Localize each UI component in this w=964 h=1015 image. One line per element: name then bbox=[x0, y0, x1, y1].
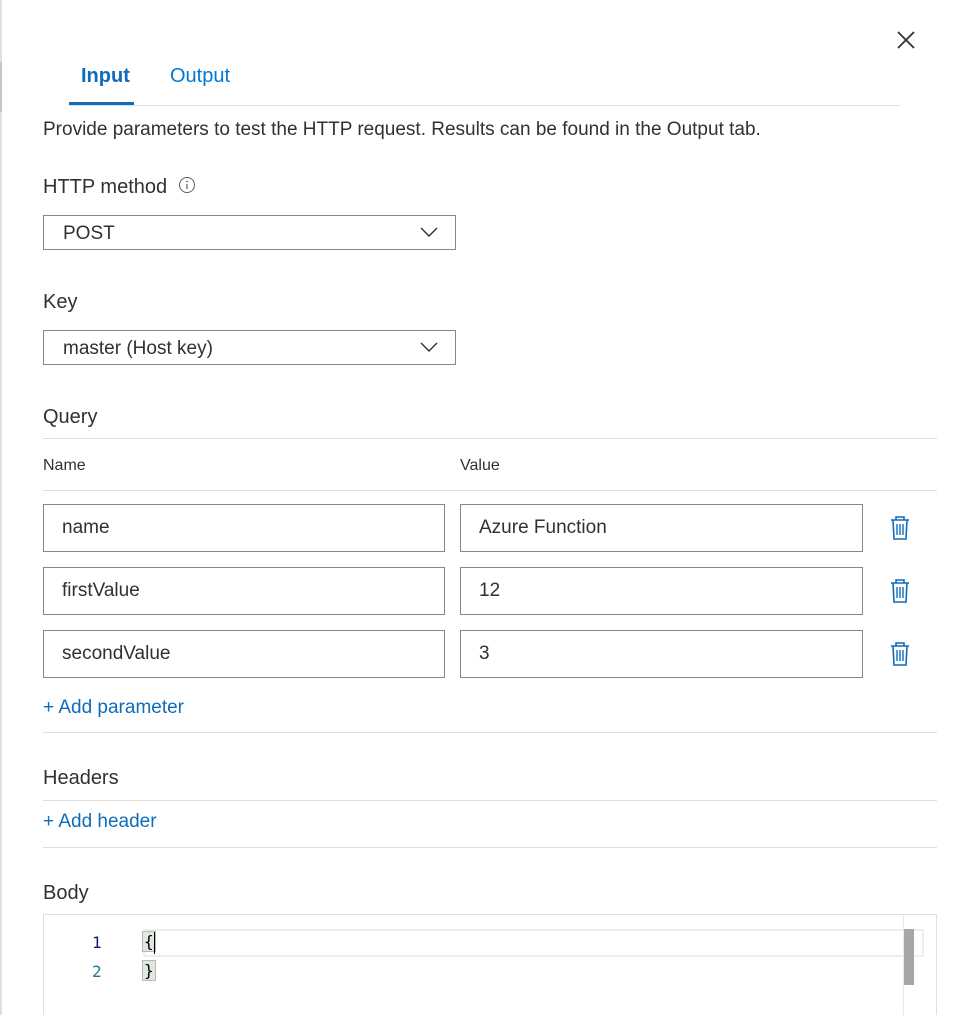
query-section-title: Query bbox=[43, 406, 98, 428]
chevron-down-icon bbox=[420, 227, 438, 237]
add-header-link[interactable]: + Add header bbox=[43, 811, 157, 833]
query-bottom-divider bbox=[43, 732, 937, 733]
query-column-name: Name bbox=[43, 457, 86, 474]
query-param-name-input[interactable]: firstValue bbox=[43, 567, 445, 615]
tab-input-active-indicator bbox=[69, 102, 134, 105]
editor-text-cursor bbox=[154, 932, 155, 954]
trash-icon bbox=[891, 516, 909, 540]
http-method-selected: POST bbox=[63, 223, 115, 244]
query-param-name-input[interactable]: name bbox=[43, 504, 445, 552]
tab-bar: Input Output bbox=[69, 62, 900, 106]
query-param-name-input[interactable]: secondValue bbox=[43, 630, 445, 678]
editor-code-line: { bbox=[142, 931, 156, 952]
tab-output-label: Output bbox=[170, 65, 231, 87]
tab-input[interactable]: Input bbox=[81, 65, 130, 88]
tab-output[interactable]: Output bbox=[170, 65, 230, 88]
delete-parameter-button[interactable] bbox=[889, 578, 911, 604]
editor-current-line-highlight bbox=[143, 929, 924, 957]
info-icon[interactable] bbox=[178, 176, 196, 194]
headers-bottom-divider bbox=[43, 847, 937, 848]
tab-input-label: Input bbox=[81, 65, 130, 87]
query-divider bbox=[43, 438, 937, 439]
http-method-dropdown[interactable]: POST bbox=[43, 215, 456, 250]
editor-line-number: 1 bbox=[92, 933, 102, 952]
body-code-editor[interactable]: 1 2 { } bbox=[43, 914, 937, 1015]
panel-description: Provide parameters to test the HTTP requ… bbox=[43, 119, 761, 140]
close-icon bbox=[897, 31, 915, 49]
editor-scrollbar-thumb[interactable] bbox=[904, 929, 914, 985]
editor-line-number: 2 bbox=[92, 962, 102, 981]
query-param-value-input[interactable]: 3 bbox=[460, 630, 863, 678]
query-column-value: Value bbox=[460, 457, 500, 474]
key-selected: master (Host key) bbox=[63, 338, 213, 359]
add-parameter-link[interactable]: + Add parameter bbox=[43, 697, 184, 719]
headers-section-title: Headers bbox=[43, 767, 119, 789]
http-method-label: HTTP method bbox=[43, 176, 168, 198]
editor-brace: { bbox=[142, 931, 156, 952]
headers-divider bbox=[43, 800, 937, 801]
editor-code-line: } bbox=[142, 960, 156, 981]
trash-icon bbox=[891, 642, 909, 666]
delete-parameter-button[interactable] bbox=[889, 641, 911, 667]
editor-brace: } bbox=[142, 960, 156, 981]
delete-parameter-button[interactable] bbox=[889, 515, 911, 541]
query-param-value-input[interactable]: Azure Function bbox=[460, 504, 863, 552]
close-button[interactable] bbox=[892, 26, 920, 54]
chevron-down-icon bbox=[420, 342, 438, 352]
query-header-divider bbox=[43, 490, 937, 491]
query-param-value-input[interactable]: 12 bbox=[460, 567, 863, 615]
key-label: Key bbox=[43, 291, 78, 313]
trash-icon bbox=[891, 579, 909, 603]
body-section-title: Body bbox=[43, 882, 89, 904]
panel-left-edge bbox=[0, 0, 2, 1015]
key-dropdown[interactable]: master (Host key) bbox=[43, 330, 456, 365]
panel-left-edge-accent bbox=[0, 62, 2, 112]
